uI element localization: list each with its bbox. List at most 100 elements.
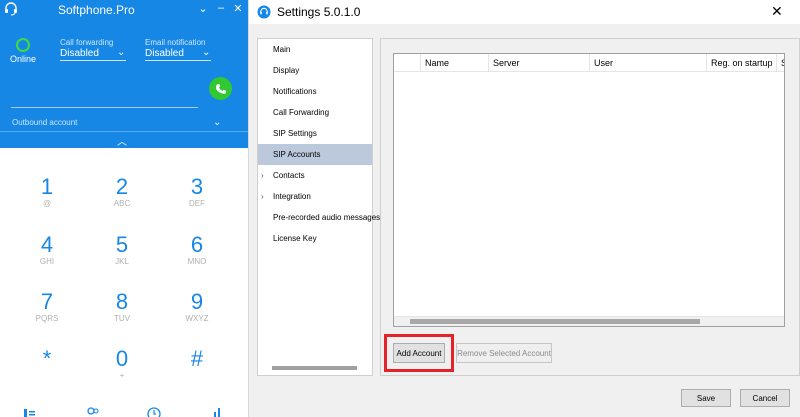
table-header: Name Server User Reg. on startup S xyxy=(394,54,784,72)
minimize-button[interactable]: – xyxy=(214,2,228,14)
column-header-reg-on-startup[interactable]: Reg. on startup xyxy=(706,54,776,72)
key-digit: 2 xyxy=(115,174,129,199)
key-letters: DEF xyxy=(189,199,205,208)
key-1[interactable]: 1 @ xyxy=(22,175,72,209)
divider xyxy=(0,131,248,132)
settings-dialog: Settings 5.0.1.0 ✕ Main Display Notifica… xyxy=(248,0,800,417)
status-label: Online xyxy=(10,54,37,64)
email-notification-label: Email notification xyxy=(145,38,206,47)
keypad-icon[interactable] xyxy=(212,406,226,417)
chevron-right-icon[interactable]: › xyxy=(261,186,264,207)
nav-horizontal-scrollbar[interactable] xyxy=(272,366,357,370)
column-header-server[interactable]: Server xyxy=(488,54,589,72)
nav-item-label: Display xyxy=(273,66,300,75)
key-letters: PQRS xyxy=(35,314,59,323)
key-digit: 9 xyxy=(190,289,204,314)
key-digit: 8 xyxy=(115,289,129,314)
key-digit: 4 xyxy=(40,232,54,257)
nav-item-label: Integration xyxy=(273,192,311,201)
softphone-header: Softphone.Pro ⌄ – ✕ Online Call forwardi… xyxy=(0,0,248,148)
nav-item-notifications[interactable]: Notifications xyxy=(258,81,372,102)
key-letters: JKL xyxy=(115,257,129,266)
save-button[interactable]: Save xyxy=(681,389,731,407)
dial-number-input[interactable] xyxy=(11,107,198,108)
nav-item-label: SIP Accounts xyxy=(273,150,321,159)
screen: Softphone.Pro ⌄ – ✕ Online Call forwardi… xyxy=(0,0,800,417)
key-letters: MNO xyxy=(187,257,207,266)
nav-item-contacts[interactable]: › Contacts xyxy=(258,165,372,186)
nav-item-call-forwarding[interactable]: Call Forwarding xyxy=(258,102,372,123)
key-digit: 5 xyxy=(115,232,129,257)
chevron-right-icon[interactable]: › xyxy=(261,165,264,186)
app-title: Softphone.Pro xyxy=(58,3,135,17)
nav-item-label: Main xyxy=(273,45,291,54)
contacts-icon[interactable] xyxy=(86,406,100,417)
accounts-table[interactable]: Name Server User Reg. on startup S xyxy=(393,53,785,327)
key-digit: 7 xyxy=(40,289,54,314)
nav-item-sip-settings[interactable]: SIP Settings xyxy=(258,123,372,144)
nav-item-label: SIP Settings xyxy=(273,129,317,138)
key-3[interactable]: 3 DEF xyxy=(172,175,222,209)
key-5[interactable]: 5 JKL xyxy=(97,233,147,267)
phone-icon xyxy=(215,83,226,94)
column-header-name[interactable]: Name xyxy=(420,54,488,72)
key-digit: # xyxy=(190,346,204,371)
call-history-icon[interactable] xyxy=(22,406,36,417)
table-horizontal-scrollbar[interactable] xyxy=(410,319,700,324)
chevron-up-icon[interactable]: ︿ xyxy=(117,133,127,148)
chevron-down-icon[interactable]: ⌄ xyxy=(213,117,221,128)
key-letters: TUV xyxy=(114,314,130,323)
nav-item-display[interactable]: Display xyxy=(258,60,372,81)
cancel-button[interactable]: Cancel xyxy=(740,389,790,407)
column-header-user[interactable]: User xyxy=(589,54,706,72)
dialog-titlebar: Settings 5.0.1.0 ✕ xyxy=(249,0,800,24)
key-digit: 3 xyxy=(190,174,204,199)
remove-selected-account-button[interactable]: Remove Selected Account xyxy=(456,343,552,363)
key-digit: 0 xyxy=(115,346,129,371)
nav-item-sip-accounts[interactable]: SIP Accounts xyxy=(258,144,372,165)
sip-accounts-panel: Name Server User Reg. on startup S Add A… xyxy=(380,38,800,376)
key-letters: ABC xyxy=(113,199,131,208)
key-star[interactable]: * xyxy=(22,347,72,371)
nav-item-label: Notifications xyxy=(273,87,317,96)
call-forwarding-label: Call forwarding xyxy=(60,38,114,47)
key-hash[interactable]: # xyxy=(172,347,222,371)
key-2[interactable]: 2 ABC xyxy=(97,175,147,209)
nav-item-pre-recorded-audio[interactable]: Pre-recorded audio messages xyxy=(258,207,380,228)
chevron-down-icon[interactable]: ⌄ xyxy=(202,47,210,58)
nav-item-label: Call Forwarding xyxy=(273,108,330,117)
chevron-down-icon[interactable]: ⌄ xyxy=(117,47,125,58)
settings-nav: Main Display Notifications Call Forwardi… xyxy=(257,38,380,376)
key-letters: GHI xyxy=(39,257,55,266)
key-4[interactable]: 4 GHI xyxy=(22,233,72,267)
key-digit: * xyxy=(42,346,52,371)
nav-item-label: Contacts xyxy=(273,171,305,180)
key-letters: + xyxy=(119,371,125,380)
nav-item-license-key[interactable]: License Key xyxy=(258,228,372,249)
key-digit: 6 xyxy=(190,232,204,257)
key-digit: 1 xyxy=(40,174,54,199)
key-8[interactable]: 8 TUV xyxy=(97,290,147,324)
key-7[interactable]: 7 PQRS xyxy=(22,290,72,324)
app-logo-icon xyxy=(257,5,271,19)
dropdown-window-button[interactable]: ⌄ xyxy=(196,2,210,15)
key-9[interactable]: 9 WXYZ xyxy=(172,290,222,324)
key-6[interactable]: 6 MNO xyxy=(172,233,222,267)
status-indicator-icon[interactable] xyxy=(16,38,30,52)
nav-item-integration[interactable]: › Integration xyxy=(258,186,372,207)
column-header-status[interactable]: S xyxy=(776,54,784,72)
softphone-window: Softphone.Pro ⌄ – ✕ Online Call forwardi… xyxy=(0,0,248,417)
key-0[interactable]: 0 + xyxy=(97,347,147,381)
close-icon[interactable]: ✕ xyxy=(771,3,783,20)
close-button[interactable]: ✕ xyxy=(231,2,245,15)
headset-icon xyxy=(5,2,17,16)
nav-item-main[interactable]: Main xyxy=(258,39,372,60)
outbound-account-select[interactable]: Outbound account xyxy=(12,118,77,127)
dialog-title: Settings 5.0.1.0 xyxy=(277,5,361,19)
nav-item-label: Pre-recorded audio messages xyxy=(273,213,381,222)
clock-icon[interactable] xyxy=(147,406,161,417)
highlight-annotation xyxy=(384,334,454,372)
nav-item-label: License Key xyxy=(273,234,317,243)
call-button[interactable] xyxy=(209,77,232,100)
key-letters: WXYZ xyxy=(185,314,209,323)
